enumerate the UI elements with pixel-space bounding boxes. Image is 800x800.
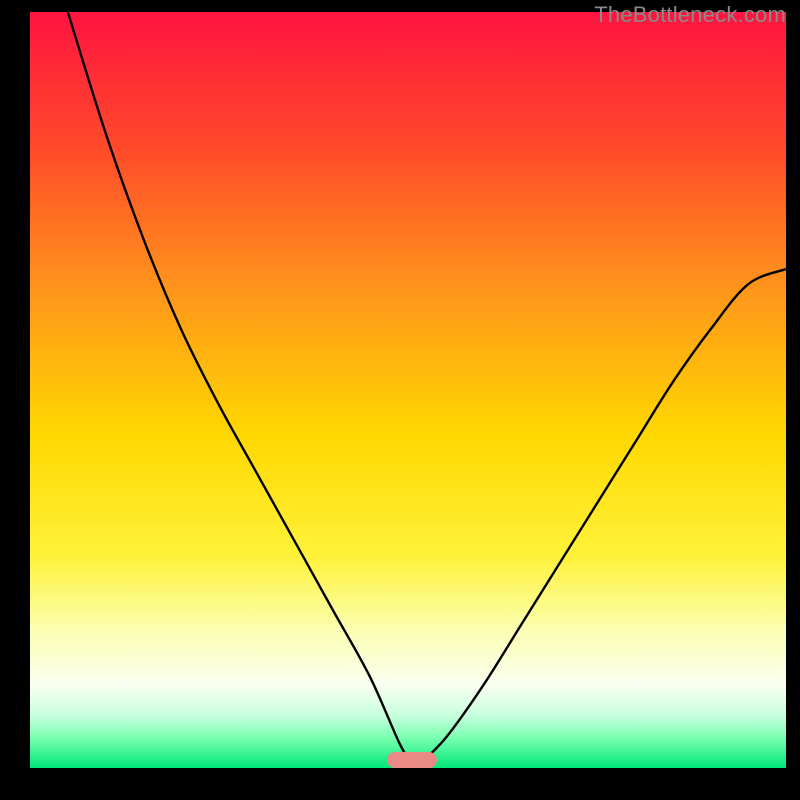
bottleneck-chart <box>30 12 786 768</box>
optimal-marker <box>387 752 437 768</box>
watermark-text: TheBottleneck.com <box>594 2 786 28</box>
gradient-background <box>30 12 786 768</box>
plot-frame <box>30 12 786 768</box>
